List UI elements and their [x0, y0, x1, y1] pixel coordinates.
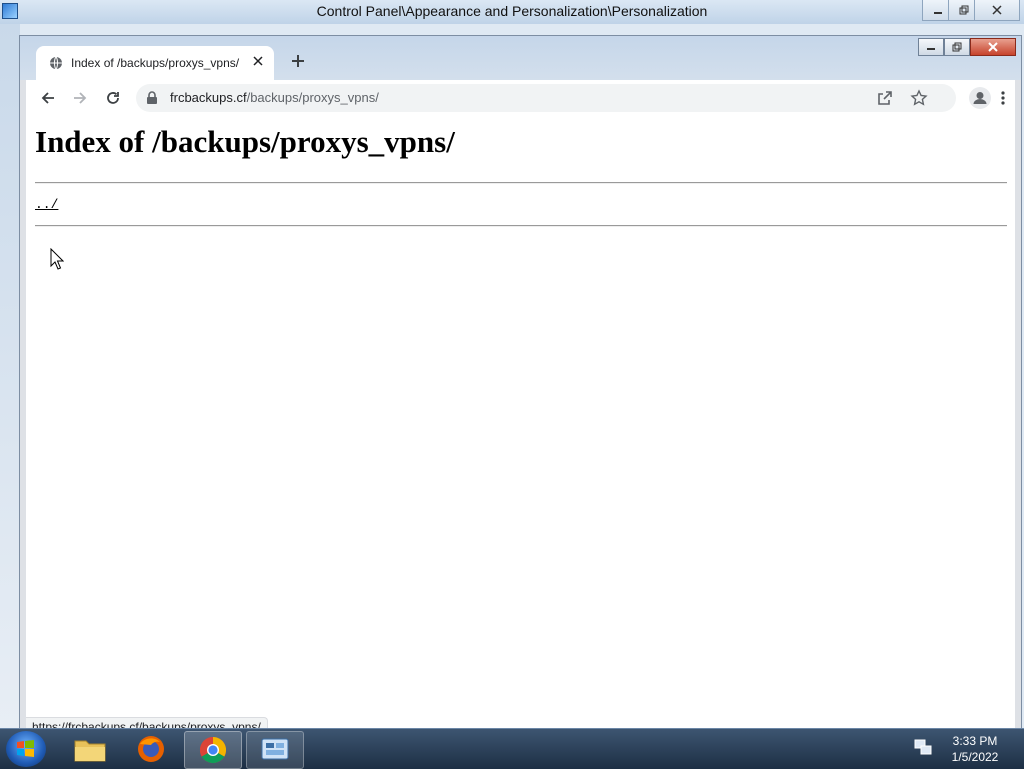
minimize-icon — [927, 48, 935, 50]
new-tab-button[interactable] — [286, 51, 310, 75]
mouse-cursor-icon — [50, 248, 64, 270]
browser-toolbar: frcbackups.cf/backups/proxys_vpns/ — [26, 80, 1015, 116]
browser-minimize-button[interactable] — [918, 38, 944, 56]
control-panel-icon — [261, 738, 289, 760]
close-icon — [988, 42, 998, 52]
tab-title: Index of /backups/proxys_vpns/ — [71, 56, 240, 70]
control-panel-title: Control Panel\Appearance and Personaliza… — [316, 3, 708, 19]
menu-button[interactable] — [991, 86, 1015, 110]
plus-icon — [292, 55, 304, 67]
control-panel-titlebar: Control Panel\Appearance and Personaliza… — [0, 0, 1024, 24]
taskbar: 3:33 PM 1/5/2022 — [0, 728, 1024, 769]
taskbar-firefox[interactable] — [123, 731, 179, 767]
forward-arrow-icon — [74, 92, 87, 104]
start-button[interactable] — [6, 731, 46, 767]
browser-tabstrip: Index of /backups/proxys_vpns/ — [20, 36, 1021, 80]
chrome-icon — [199, 736, 227, 764]
taskbar-explorer[interactable] — [62, 731, 118, 767]
url-text: frcbackups.cf/backups/proxys_vpns/ — [170, 90, 379, 105]
bookmark-star-icon[interactable] — [910, 89, 928, 112]
share-icon[interactable] — [876, 89, 894, 112]
restore-icon — [959, 5, 969, 15]
system-clock[interactable]: 3:33 PM 1/5/2022 — [940, 733, 1010, 765]
url-path: /backups/proxys_vpns/ — [246, 90, 379, 105]
restore-icon — [952, 42, 962, 52]
browser-window: Index of /backups/proxys_vpns/ frcbackup… — [19, 35, 1022, 737]
page-content: Index of /backups/proxys_vpns/ ../ https… — [26, 116, 1015, 737]
divider — [35, 182, 1007, 184]
reload-icon — [107, 92, 119, 104]
folder-icon — [74, 740, 106, 762]
close-icon — [992, 5, 1002, 15]
profile-icon — [969, 87, 991, 109]
reload-button[interactable] — [101, 86, 125, 110]
network-icon[interactable] — [913, 739, 933, 762]
url-domain: frcbackups.cf — [170, 90, 247, 105]
minimize-icon — [934, 12, 942, 14]
windows-logo-icon — [17, 740, 34, 757]
profile-button[interactable] — [968, 86, 992, 110]
parent-directory-link[interactable]: ../ — [35, 197, 58, 212]
close-window-button[interactable] — [974, 0, 1020, 21]
tab-close-button[interactable] — [250, 54, 266, 70]
clock-date: 1/5/2022 — [951, 750, 999, 764]
close-icon — [253, 56, 263, 66]
back-button[interactable] — [36, 86, 60, 110]
back-arrow-icon — [41, 92, 54, 104]
browser-restore-button[interactable] — [944, 38, 970, 56]
control-panel-sidebar — [0, 24, 20, 734]
globe-icon — [49, 56, 63, 70]
firefox-icon — [138, 736, 164, 762]
page-title: Index of /backups/proxys_vpns/ — [35, 124, 455, 159]
lock-icon[interactable] — [146, 91, 158, 110]
clock-time: 3:33 PM — [952, 734, 998, 748]
taskbar-chrome[interactable] — [184, 731, 242, 769]
address-bar[interactable]: frcbackups.cf/backups/proxys_vpns/ — [136, 84, 956, 112]
browser-close-button[interactable] — [970, 38, 1016, 56]
forward-button[interactable] — [68, 86, 92, 110]
taskbar-control-panel[interactable] — [246, 731, 304, 769]
kebab-menu-icon — [1001, 91, 1005, 105]
browser-tab[interactable]: Index of /backups/proxys_vpns/ — [36, 46, 274, 80]
divider — [35, 225, 1007, 227]
